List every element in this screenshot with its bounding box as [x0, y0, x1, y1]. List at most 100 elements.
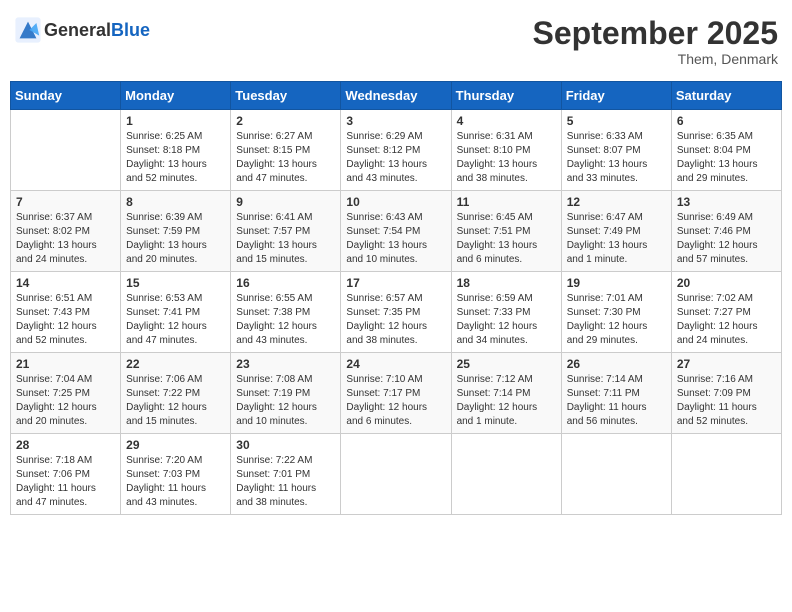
calendar-cell — [341, 434, 451, 515]
day-number: 19 — [567, 276, 666, 290]
day-info: Sunrise: 6:25 AM Sunset: 8:18 PM Dayligh… — [126, 130, 225, 186]
calendar-cell: 9Sunrise: 6:41 AM Sunset: 7:57 PM Daylig… — [231, 191, 341, 272]
logo-text: GeneralBlue — [44, 20, 150, 41]
day-number: 21 — [16, 357, 115, 371]
day-number: 11 — [457, 195, 556, 209]
day-number: 18 — [457, 276, 556, 290]
day-number: 26 — [567, 357, 666, 371]
calendar-cell: 6 Sunrise: 6:35 AM Sunset: 8:04 PM Daylig… — [671, 110, 781, 191]
day-info: Sunrise: 6:29 AM Sunset: 8:12 PM Dayligh… — [346, 130, 445, 186]
calendar-cell: 7Sunrise: 6:37 AM Sunset: 8:02 PM Daylig… — [11, 191, 121, 272]
day-number: 23 — [236, 357, 335, 371]
day-info: Sunrise: 7:06 AM Sunset: 7:22 PM Dayligh… — [126, 373, 225, 429]
calendar-cell — [561, 434, 671, 515]
calendar-cell: 21 Sunrise: 7:04 AM Sunset: 7:25 PM Dayli… — [11, 353, 121, 434]
day-number: 14 — [16, 276, 115, 290]
calendar-cell: 17 Sunrise: 6:57 AM Sunset: 7:35 PM Dayli… — [341, 272, 451, 353]
calendar-cell: 10 Sunrise: 6:43 AM Sunset: 7:54 PM Dayli… — [341, 191, 451, 272]
page-header: GeneralBlue September 2025 Them, Denmark — [10, 10, 782, 73]
day-info: Sunrise: 6:31 AM Sunset: 8:10 PM Dayligh… — [457, 130, 556, 186]
calendar-cell: 16 Sunrise: 6:55 AM Sunset: 7:38 PM Dayli… — [231, 272, 341, 353]
day-number: 1 — [126, 114, 225, 128]
calendar-cell: 13 Sunrise: 6:49 AM Sunset: 7:46 PM Dayli… — [671, 191, 781, 272]
day-number: 17 — [346, 276, 445, 290]
day-info: Sunrise: 6:55 AM Sunset: 7:38 PM Dayligh… — [236, 292, 335, 348]
day-info: Sunrise: 6:33 AM Sunset: 8:07 PM Dayligh… — [567, 130, 666, 186]
day-number: 20 — [677, 276, 776, 290]
calendar-cell: 18Sunrise: 6:59 AM Sunset: 7:33 PM Dayli… — [451, 272, 561, 353]
calendar-cell: 8 Sunrise: 6:39 AM Sunset: 7:59 PM Daylig… — [121, 191, 231, 272]
logo: GeneralBlue — [14, 16, 150, 44]
calendar-cell: 27Sunrise: 7:16 AM Sunset: 7:09 PM Dayli… — [671, 353, 781, 434]
calendar-cell — [671, 434, 781, 515]
day-number: 4 — [457, 114, 556, 128]
day-info: Sunrise: 6:49 AM Sunset: 7:46 PM Dayligh… — [677, 211, 776, 267]
day-info: Sunrise: 7:20 AM Sunset: 7:03 PM Dayligh… — [126, 454, 225, 510]
calendar-cell: 29Sunrise: 7:20 AM Sunset: 7:03 PM Dayli… — [121, 434, 231, 515]
day-number: 5 — [567, 114, 666, 128]
calendar-cell: 24 Sunrise: 7:10 AM Sunset: 7:17 PM Dayli… — [341, 353, 451, 434]
calendar-cell: 12 Sunrise: 6:47 AM Sunset: 7:49 PM Dayli… — [561, 191, 671, 272]
calendar-cell: 4 Sunrise: 6:31 AM Sunset: 8:10 PM Daylig… — [451, 110, 561, 191]
weekday-header-saturday: Saturday — [671, 82, 781, 110]
calendar-cell: 5 Sunrise: 6:33 AM Sunset: 8:07 PM Daylig… — [561, 110, 671, 191]
day-number: 22 — [126, 357, 225, 371]
calendar-cell: 30Sunrise: 7:22 AM Sunset: 7:01 PM Dayli… — [231, 434, 341, 515]
day-info: Sunrise: 6:27 AM Sunset: 8:15 PM Dayligh… — [236, 130, 335, 186]
day-number: 3 — [346, 114, 445, 128]
day-info: Sunrise: 6:39 AM Sunset: 7:59 PM Dayligh… — [126, 211, 225, 267]
calendar-cell: 22 Sunrise: 7:06 AM Sunset: 7:22 PM Dayli… — [121, 353, 231, 434]
day-number: 16 — [236, 276, 335, 290]
day-number: 10 — [346, 195, 445, 209]
calendar-table: SundayMondayTuesdayWednesdayThursdayFrid… — [10, 81, 782, 515]
day-number: 24 — [346, 357, 445, 371]
calendar-cell: 2 Sunrise: 6:27 AM Sunset: 8:15 PM Daylig… — [231, 110, 341, 191]
day-info: Sunrise: 6:43 AM Sunset: 7:54 PM Dayligh… — [346, 211, 445, 267]
day-info: Sunrise: 7:12 AM Sunset: 7:14 PM Dayligh… — [457, 373, 556, 429]
day-number: 12 — [567, 195, 666, 209]
calendar-cell — [451, 434, 561, 515]
weekday-header-wednesday: Wednesday — [341, 82, 451, 110]
day-info: Sunrise: 7:18 AM Sunset: 7:06 PM Dayligh… — [16, 454, 115, 510]
calendar-cell: 26Sunrise: 7:14 AM Sunset: 7:11 PM Dayli… — [561, 353, 671, 434]
generalblue-icon — [14, 16, 42, 44]
calendar-cell: 1 Sunrise: 6:25 AM Sunset: 8:18 PM Daylig… — [121, 110, 231, 191]
weekday-header-monday: Monday — [121, 82, 231, 110]
day-info: Sunrise: 7:22 AM Sunset: 7:01 PM Dayligh… — [236, 454, 335, 510]
day-info: Sunrise: 7:08 AM Sunset: 7:19 PM Dayligh… — [236, 373, 335, 429]
weekday-header-sunday: Sunday — [11, 82, 121, 110]
calendar-cell: 14 Sunrise: 6:51 AM Sunset: 7:43 PM Dayli… — [11, 272, 121, 353]
day-info: Sunrise: 6:57 AM Sunset: 7:35 PM Dayligh… — [346, 292, 445, 348]
day-info: Sunrise: 6:51 AM Sunset: 7:43 PM Dayligh… — [16, 292, 115, 348]
week-row-3: 14 Sunrise: 6:51 AM Sunset: 7:43 PM Dayli… — [11, 272, 782, 353]
weekday-header-row: SundayMondayTuesdayWednesdayThursdayFrid… — [11, 82, 782, 110]
day-number: 8 — [126, 195, 225, 209]
day-number: 2 — [236, 114, 335, 128]
calendar-cell: 19 Sunrise: 7:01 AM Sunset: 7:30 PM Dayli… — [561, 272, 671, 353]
day-info: Sunrise: 7:10 AM Sunset: 7:17 PM Dayligh… — [346, 373, 445, 429]
day-number: 27 — [677, 357, 776, 371]
week-row-5: 28 Sunrise: 7:18 AM Sunset: 7:06 PM Dayli… — [11, 434, 782, 515]
calendar-cell: 23 Sunrise: 7:08 AM Sunset: 7:19 PM Dayli… — [231, 353, 341, 434]
day-number: 13 — [677, 195, 776, 209]
day-number: 6 — [677, 114, 776, 128]
logo-blue: Blue — [111, 20, 150, 40]
day-info: Sunrise: 6:47 AM Sunset: 7:49 PM Dayligh… — [567, 211, 666, 267]
day-info: Sunrise: 7:01 AM Sunset: 7:30 PM Dayligh… — [567, 292, 666, 348]
day-number: 9 — [236, 195, 335, 209]
calendar-cell: 15Sunrise: 6:53 AM Sunset: 7:41 PM Dayli… — [121, 272, 231, 353]
day-info: Sunrise: 7:04 AM Sunset: 7:25 PM Dayligh… — [16, 373, 115, 429]
calendar-cell: 11Sunrise: 6:45 AM Sunset: 7:51 PM Dayli… — [451, 191, 561, 272]
calendar-cell: 3 Sunrise: 6:29 AM Sunset: 8:12 PM Daylig… — [341, 110, 451, 191]
weekday-header-tuesday: Tuesday — [231, 82, 341, 110]
day-number: 25 — [457, 357, 556, 371]
location: Them, Denmark — [533, 51, 778, 67]
logo-general: General — [44, 20, 111, 40]
day-number: 15 — [126, 276, 225, 290]
month-title: September 2025 — [533, 16, 778, 51]
day-info: Sunrise: 6:37 AM Sunset: 8:02 PM Dayligh… — [16, 211, 115, 267]
calendar-cell: 28 Sunrise: 7:18 AM Sunset: 7:06 PM Dayli… — [11, 434, 121, 515]
day-number: 28 — [16, 438, 115, 452]
day-info: Sunrise: 6:35 AM Sunset: 8:04 PM Dayligh… — [677, 130, 776, 186]
week-row-4: 21 Sunrise: 7:04 AM Sunset: 7:25 PM Dayli… — [11, 353, 782, 434]
